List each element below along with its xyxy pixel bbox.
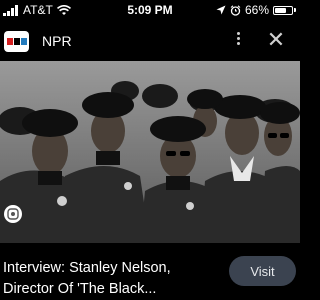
status-right: 66% (216, 3, 296, 17)
status-bar: AT&T 5:09 PM 66% (0, 0, 300, 20)
headline-line-1: Interview: Stanley Nelson, (3, 260, 171, 276)
photo-illustration (0, 61, 300, 243)
result-headline[interactable]: Interview: Stanley Nelson, Director Of '… (3, 258, 213, 300)
battery-percent: 66% (244, 3, 269, 17)
headline-line-2: Director Of 'The Black... (3, 281, 157, 297)
battery-tip (294, 8, 296, 12)
location-arrow-icon (216, 5, 226, 15)
npr-logo-block-p (13, 38, 20, 45)
npr-logo-block-n (6, 38, 13, 45)
npr-logo-block-r (20, 38, 27, 45)
battery-icon (273, 5, 296, 15)
npr-logo (4, 31, 29, 52)
source-name: NPR (42, 33, 72, 49)
battery-body (273, 5, 293, 15)
visit-button[interactable]: Visit (229, 256, 296, 286)
alarm-clock-icon (230, 4, 241, 16)
battery-fill (275, 7, 286, 13)
google-lens-icon[interactable] (4, 205, 22, 223)
lens-glyph (7, 208, 19, 220)
kebab-menu-icon[interactable] (230, 30, 246, 50)
result-header: NPR ✕ (0, 22, 300, 58)
result-image[interactable] (0, 61, 300, 243)
close-icon[interactable]: ✕ (265, 29, 287, 51)
